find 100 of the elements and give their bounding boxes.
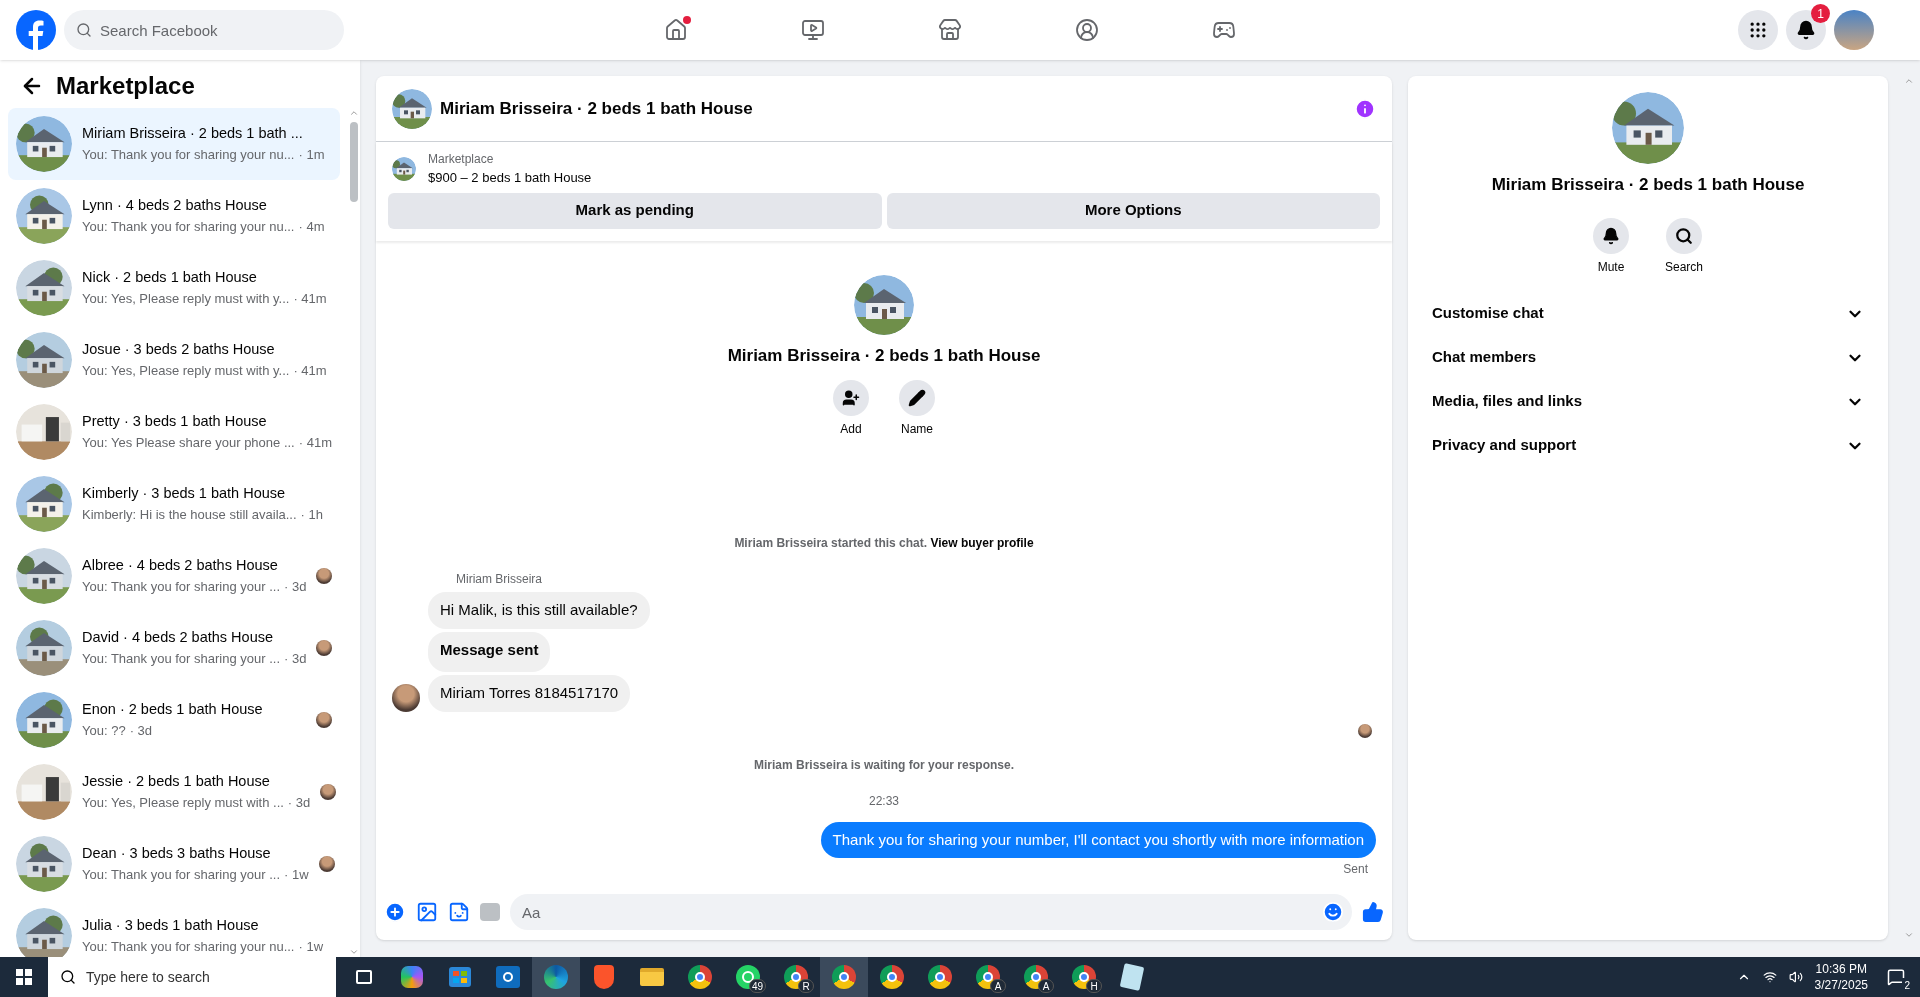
sticker-icon[interactable]	[448, 901, 470, 923]
message-preview: You: Thank you for sharing your nu...	[82, 938, 295, 957]
mail-icon	[496, 966, 520, 988]
section-row[interactable]: Chat members	[1416, 335, 1880, 380]
conversation-item[interactable]: David · 4 beds 2 baths House You: Thank you for sharing your ... · 3d	[8, 612, 340, 684]
conversation-item[interactable]: Jessie · 2 beds 1 bath House You: Yes, Please reply must with ... · 3d	[8, 756, 340, 828]
taskbar-app[interactable]: A	[1012, 957, 1060, 997]
emoji-icon[interactable]	[1322, 901, 1344, 923]
section-row[interactable]: Customise chat	[1416, 291, 1880, 336]
browser-icon	[784, 965, 808, 989]
intro-title: Miriam Brisseira · 2 beds 1 bath House	[727, 344, 1041, 367]
message-preview: You: Yes, Please reply must with ...	[82, 794, 284, 813]
browser-icon	[880, 965, 904, 989]
search-icon	[76, 22, 92, 38]
listing-action-button[interactable]: More Options	[886, 192, 1380, 229]
facebook-logo[interactable]	[16, 10, 56, 50]
conversation-title: Albree · 4 beds 2 baths House	[82, 556, 278, 576]
message-bubble: Thank you for sharing your number, I'll contact you shortly with more information	[820, 821, 1376, 858]
sidebar-title: Marketplace	[56, 71, 195, 101]
app-badge: H	[1086, 979, 1102, 993]
taskbar-app[interactable]: A	[964, 957, 1012, 997]
conversation-item[interactable]: Miriam Brisseira · 2 beds 1 bath ... You: Thank you for sharing your nu... · 1m	[8, 108, 340, 180]
conversation-item[interactable]: Kimberly · 3 beds 1 bath House Kimberly: Hi is the house still availa... · 1h	[8, 468, 340, 540]
folder-icon	[640, 968, 664, 986]
message-time: · 3d	[284, 650, 307, 669]
search-icon	[1675, 226, 1693, 245]
conversation-title: Dean · 3 beds 3 baths House	[82, 844, 271, 864]
message-time: · 4m	[298, 218, 325, 237]
system-message: Miriam Brisseira started this chat.	[734, 536, 929, 550]
conversation-item[interactable]: Enon · 2 beds 1 bath House You: ?? · 3d	[8, 684, 340, 756]
conversation-item[interactable]: Nick · 2 beds 1 bath House You: Yes, Please reply must with y... · 41m	[8, 252, 340, 324]
browser-icon	[1024, 965, 1048, 989]
conversation-item[interactable]: Lynn · 4 beds 2 baths House You: Thank you for sharing your nu... · 4m	[8, 180, 340, 252]
buyer-profile-link[interactable]: View buyer profile	[930, 536, 1034, 550]
conversation-title: David · 4 beds 2 baths House	[82, 628, 274, 648]
speaker-icon[interactable]	[1788, 970, 1803, 984]
taskbar-app[interactable]	[820, 957, 868, 997]
message-preview: You: Thank you for sharing your nu...	[82, 218, 295, 237]
task-view-icon	[356, 970, 372, 984]
copilot-icon	[401, 966, 423, 988]
notification-badge: 1	[1811, 4, 1830, 23]
clock-time[interactable]: 10:36 PM	[1815, 961, 1867, 977]
message-preview: You: Thank you for sharing your ...	[82, 866, 280, 885]
browser-icon	[832, 965, 856, 989]
section-row[interactable]: Media, files and links	[1416, 379, 1880, 424]
taskbar-app[interactable]: H	[1060, 957, 1108, 997]
home-icon	[664, 18, 688, 42]
bell-icon	[1602, 226, 1620, 245]
message-time: · 3d	[287, 794, 311, 813]
groups-icon	[1075, 18, 1099, 42]
search-field[interactable]: Search Facebook	[64, 10, 344, 50]
message-time: · 41m	[293, 362, 327, 381]
browser-icon	[1072, 965, 1096, 989]
message-time: · 1w	[298, 938, 324, 957]
app-badge: A	[990, 979, 1006, 993]
listing-title[interactable]: $900 – 2 beds 1 bath House	[428, 168, 592, 188]
conversation-item[interactable]: Dean · 3 beds 3 baths House You: Thank you for sharing your ... · 1w	[8, 828, 340, 900]
message-input[interactable]: Aa	[510, 894, 1352, 930]
info-title: Miriam Brisseira · 2 beds 1 bath House	[1491, 174, 1805, 196]
message-preview: You: Thank you for sharing your nu...	[82, 146, 295, 165]
message-preview: You: Yes, Please reply must with y...	[82, 362, 290, 381]
profile-avatar[interactable]	[1834, 10, 1874, 50]
browser-icon	[928, 965, 952, 989]
app-badge: A	[1038, 979, 1054, 993]
video-icon	[801, 18, 825, 42]
taskbar-search-field[interactable]: Type here to search	[48, 957, 336, 997]
menu-button[interactable]	[1738, 10, 1778, 50]
thumbs-up-icon[interactable]	[1362, 901, 1384, 923]
info-icon[interactable]	[1354, 97, 1376, 120]
conversation-item[interactable]: Josue · 3 beds 2 baths House You: Yes, Please reply must with y... · 41m	[8, 324, 340, 396]
notifications-button[interactable]	[1786, 10, 1826, 50]
section-row[interactable]: Privacy and support	[1416, 423, 1880, 468]
plus-icon[interactable]	[384, 901, 406, 923]
photo-icon[interactable]	[416, 901, 438, 923]
taskbar-app[interactable]: R	[772, 957, 820, 997]
waiting-message: Miriam Brisseira is waiting for your response.	[752, 756, 1016, 774]
read-receipt-avatar	[1358, 723, 1372, 738]
store-icon	[449, 967, 471, 987]
taskbar-app[interactable]: 49	[724, 957, 772, 997]
notification-center-button[interactable]: 2	[1880, 961, 1912, 993]
conversation-item[interactable]: Albree · 4 beds 2 baths House You: Thank you for sharing your ... · 3d	[8, 540, 340, 612]
listing-action-button[interactable]: Mark as pending	[388, 192, 882, 229]
message-preview: Kimberly: Hi is the house still availa...	[82, 506, 297, 525]
wifi-icon[interactable]	[1762, 970, 1777, 984]
add-person-icon	[842, 389, 860, 407]
clock-date[interactable]: 3/27/2025	[1814, 977, 1868, 993]
chat-title: Miriam Brisseira · 2 beds 1 bath House	[440, 97, 754, 120]
message-time: · 1m	[298, 146, 325, 165]
message-preview: You: Thank you for sharing your ...	[82, 650, 280, 669]
message-status: Sent	[1343, 861, 1368, 878]
pencil-icon	[908, 389, 926, 407]
sender-avatar	[392, 683, 420, 712]
message-preview: You: ??	[82, 722, 126, 741]
scrollbar-thumb[interactable]	[350, 122, 358, 202]
conversation-item[interactable]: Pretty · 3 beds 1 bath House You: Yes Please share your phone ... · 41m	[8, 396, 340, 468]
message-time: · 3d	[129, 722, 153, 741]
message-preview: You: Yes, Please reply must with y...	[82, 290, 290, 309]
timestamp: 22:33	[868, 792, 900, 810]
menu-icon	[1748, 20, 1768, 40]
conversation-title: Enon · 2 beds 1 bath House	[82, 700, 263, 720]
